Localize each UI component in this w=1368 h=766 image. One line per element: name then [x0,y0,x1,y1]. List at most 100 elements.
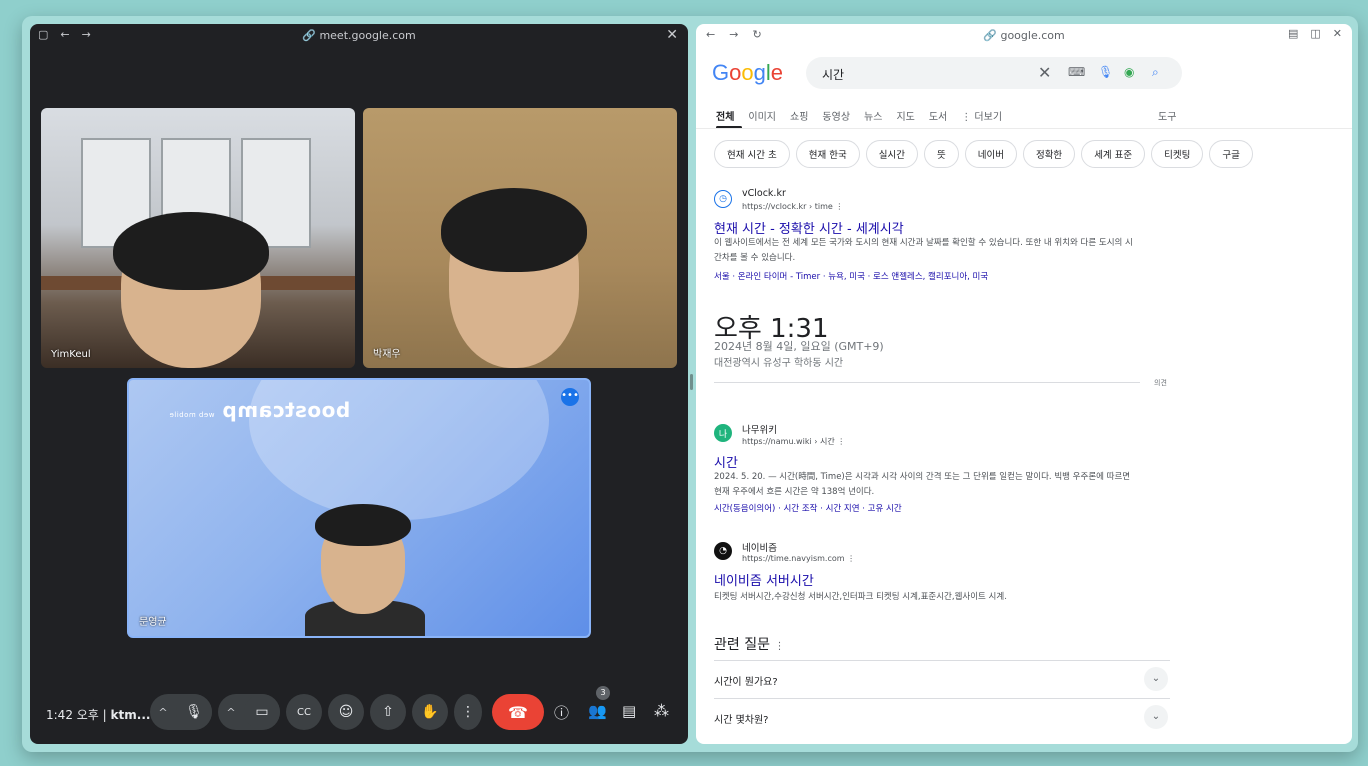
question-text: 시간 몇차원? [714,715,769,726]
more-options-icon[interactable]: ⋮ [454,694,482,730]
camera-options-chevron-icon[interactable]: ^ [218,694,244,730]
meeting-code: ktm... [110,708,151,722]
participant-name: 박재우 [373,349,401,360]
search-chip[interactable]: 세계 표준 [1081,140,1146,168]
result-snippet: 2024. 5. 20. — 시간(時間, Time)은 시각과 시각 사이의 … [714,472,1131,497]
participant-name: 문영균 [139,617,167,628]
search-chip[interactable]: 네이버 [964,140,1017,168]
tab-videos[interactable]: 동영상 [822,108,850,123]
meeting-time: 1:42 오후 [46,708,99,722]
meet-url[interactable]: meet.google.com [319,29,415,42]
presenter-tile[interactable]: boostcamp web mobile ••• 문영균 [127,378,591,638]
tab-more[interactable]: ⋮ 더보기 [961,108,1002,123]
emoji-icon[interactable]: ☺ [328,694,364,730]
split-view-handle[interactable] [690,374,693,390]
result-sitelinks[interactable]: 서울 · 온라인 타이머 - Timer · 뉴욕, 미국 · 로스 앤젤레스,… [714,270,988,282]
result-sitelinks[interactable]: 시간(동음이의어) · 시간 조작 · 시간 지연 · 고유 시간 [714,502,902,514]
tab-books[interactable]: 도서 [929,108,947,123]
participant-hair [113,212,269,290]
search-chip[interactable]: 실시간 [865,140,918,168]
voice-search-icon[interactable]: 🎙 [1098,65,1113,79]
people-icon[interactable]: 👥 [588,702,607,720]
search-chip[interactable]: 뜻 [923,140,959,168]
tab-maps[interactable]: 지도 [896,108,914,123]
result-url[interactable]: https://time.navyism.com ⋮ [742,554,855,563]
result-url[interactable]: https://namu.wiki › 시간 ⋮ [742,436,845,447]
presentation-brand: boostcamp web mobile [169,398,351,422]
chevron-down-icon: ⌄ [1144,705,1168,729]
keyboard-icon[interactable]: ⌨ [1068,65,1085,79]
google-logo[interactable]: Google [712,60,783,86]
participant-count-badge: 3 [596,686,610,700]
chat-icon[interactable]: ▤ [622,702,636,720]
related-question[interactable]: 시간 몇차원? ⌄ [714,698,1170,734]
meet-url-bar: ▢ ← → 🔗 meet.google.com ✕ [30,24,688,46]
reader-icon[interactable]: ▤ [1288,27,1298,40]
feedback-link[interactable]: 의견 [1154,378,1167,388]
widget-divider [714,382,1140,383]
namuwiki-favicon-icon: 나 [714,424,732,442]
meeting-details-icon[interactable]: ⓘ [554,702,569,723]
related-questions-title: 관련 질문 ⋮ [714,637,785,653]
mic-options-chevron-icon[interactable]: ^ [150,694,176,730]
participant-tile[interactable]: 박재우 [363,108,677,368]
tab-all[interactable]: 전체 [716,108,734,123]
separator: | [102,708,107,722]
tab-news[interactable]: 뉴스 [864,108,882,123]
search-chip[interactable]: 현재 시간 초 [714,140,790,168]
result-menu-icon: ⋮ [847,554,856,563]
related-question[interactable]: 시간이 뭔가요? ⌄ [714,660,1170,696]
raise-hand-icon[interactable]: ✋ [412,694,448,730]
meeting-info: 1:42 오후 | ktm... [46,706,150,723]
search-chip[interactable]: 티켓팅 [1151,140,1204,168]
chevron-down-icon: ⌄ [1144,667,1168,691]
activities-icon[interactable]: ⁂ [654,702,669,720]
tab-images[interactable]: 이미지 [748,108,776,123]
tab-shopping[interactable]: 쇼핑 [790,108,808,123]
captions-icon[interactable]: CC [286,694,322,730]
result-menu-icon: ⋮ [835,202,844,211]
meet-controls: 1:42 오후 | ktm... ^ 🎙 ^ ▭ CC ☺ ⇧ ✋ ⋮ ☎ ⓘ … [30,684,688,744]
result-menu-icon: ⋮ [837,437,846,446]
camera-icon[interactable]: ▭ [244,694,280,730]
result-url[interactable]: https://vclock.kr › time ⋮ [742,202,843,211]
participant-tile[interactable]: YimKeul [41,108,355,368]
search-chips: 현재 시간 초 현재 한국 실시간 뜻 네이버 정확한 세계 표준 티켓팅 구글 [714,140,1253,168]
tools-button[interactable]: 도구 [1158,108,1176,123]
present-screen-icon[interactable]: ⇧ [370,694,406,730]
lens-icon[interactable]: ◉ [1124,65,1134,79]
result-site[interactable]: 나무위키 [742,422,777,436]
end-call-button[interactable]: ☎ [492,694,544,730]
time-widget-date: 2024년 8월 4일, 일요일 (GMT+9) [714,340,884,353]
question-text: 시간이 뭔가요? [714,677,778,688]
search-chip[interactable]: 구글 [1209,140,1253,168]
search-chip[interactable]: 정확한 [1022,140,1076,168]
menu-icon: ⋮ [774,641,785,652]
mic-icon[interactable]: 🎙 [176,694,212,730]
search-input[interactable]: 시간 [822,66,844,83]
result-title[interactable]: 네이비즘 서버시간 [714,570,814,589]
close-icon[interactable]: ✕ [1333,27,1342,40]
browser-url[interactable]: google.com [1000,29,1064,42]
search-tabs: 전체 이미지 쇼핑 동영상 뉴스 지도 도서 ⋮ 더보기 [716,108,1016,123]
close-icon[interactable]: ✕ [666,27,678,43]
navyism-favicon-icon: ◔ [714,542,732,560]
participant-name: YimKeul [51,349,91,360]
time-widget-location: 대전광역시 유성구 학하동 시간 [714,358,844,369]
participant-hair [441,188,587,272]
more-options-icon[interactable]: ••• [561,388,579,406]
search-icon[interactable]: ⌕ [1152,65,1159,80]
result-snippet: 이 웹사이트에서는 전 세계 모든 국가와 도시의 현재 시간과 날짜를 확인할… [714,238,1133,263]
search-chip[interactable]: 현재 한국 [795,140,860,168]
split-icon[interactable]: ◫ [1310,27,1320,40]
result-site[interactable]: 네이비즘 [742,540,777,554]
google-window: ← → ↻ 🔗 google.com ▤ ◫ ✕ Google 시간 ✕ ⌨ 🎙… [696,24,1352,744]
result-title[interactable]: 시간 [714,452,738,471]
link-icon: 🔗 [983,29,997,42]
result-title[interactable]: 현재 시간 - 정확한 시간 - 세계시각 [714,218,904,237]
vclock-favicon-icon: ◷ [714,190,732,208]
result-site[interactable]: vClock.kr [742,188,786,199]
search-box[interactable]: 시간 ✕ ⌨ 🎙 ◉ ⌕ [806,57,1182,89]
result-snippet: 티켓팅 서버시간,수강신청 서버시간,인터파크 티켓팅 시계,표준시간,웹사이트… [714,592,1007,602]
clear-search-icon[interactable]: ✕ [1038,63,1051,82]
